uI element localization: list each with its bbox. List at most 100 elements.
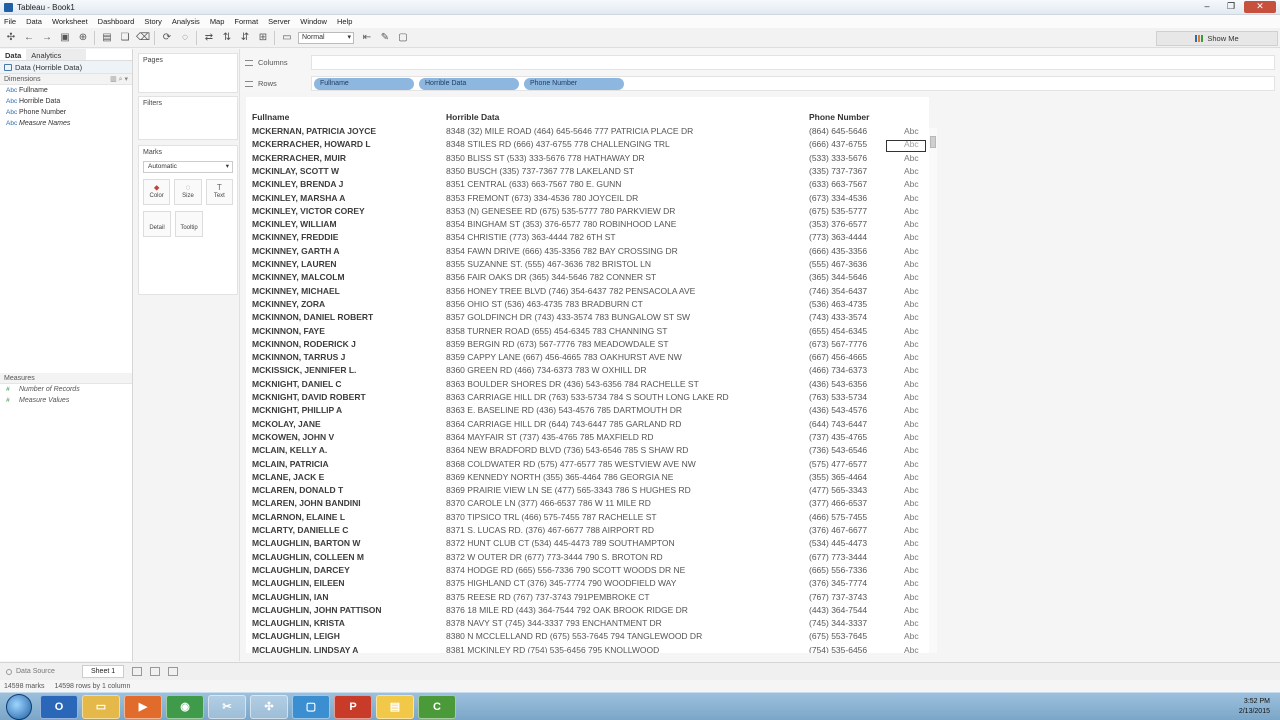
cell-fullname[interactable]: MCLAUGHLIN, BARTON W — [252, 537, 360, 550]
cell-fullname[interactable]: MCKINLEY, MARSHA A — [252, 192, 345, 205]
cell-horrible-data[interactable]: 8355 SUZANNE ST. (555) 467-3636 782 BRIS… — [446, 258, 651, 271]
dimensions-tools-icon[interactable]: ▥ ⌕ ▾ — [110, 75, 128, 84]
duplicate-icon[interactable]: ❏ — [118, 31, 132, 45]
cell-horrible-data[interactable]: 8354 BINGHAM ST (353) 376-6577 780 ROBIN… — [446, 218, 676, 231]
cell-fullname[interactable]: MCKINNEY, GARTH A — [252, 245, 340, 258]
cell-fullname[interactable]: MCLAUGHLIN, EILEEN — [252, 577, 345, 590]
cell-fullname[interactable]: MCLAUGHLIN, LINDSAY A — [252, 644, 358, 653]
file-explorer-icon[interactable]: ▭ — [82, 694, 120, 719]
cell-abc-placeholder[interactable]: Abc — [904, 378, 919, 391]
filters-card[interactable]: Filters — [138, 96, 238, 140]
maximize-button[interactable]: ❐ — [1220, 1, 1242, 13]
cell-horrible-data[interactable]: 8378 NAVY ST (745) 344-3337 793 ENCHANTM… — [446, 617, 662, 630]
clear-icon[interactable]: ⌫ — [136, 31, 150, 45]
cell-horrible-data[interactable]: 8372 HUNT CLUB CT (534) 445-4473 789 SOU… — [446, 537, 675, 550]
start-button[interactable] — [6, 693, 32, 720]
cell-abc-placeholder[interactable]: Abc — [904, 231, 919, 244]
cell-horrible-data[interactable]: 8353 (N) GENESEE RD (675) 535-5777 780 P… — [446, 205, 675, 218]
cell-abc-placeholder[interactable]: Abc — [904, 311, 919, 324]
cell-phone-number[interactable]: (655) 454-6345 — [809, 325, 867, 338]
cell-fullname[interactable]: MCKNIGHT, DANIEL C — [252, 378, 342, 391]
cell-phone-number[interactable]: (536) 463-4735 — [809, 298, 867, 311]
cell-abc-placeholder[interactable]: Abc — [904, 551, 919, 564]
measure-measure-values[interactable]: # Measure Values — [0, 395, 132, 406]
menu-data[interactable]: Data — [26, 17, 42, 26]
new-story-tab-icon[interactable] — [168, 667, 179, 676]
cell-abc-placeholder[interactable]: Abc — [904, 285, 919, 298]
cell-fullname[interactable]: MCKINNON, TARRUS J — [252, 351, 345, 364]
cell-horrible-data[interactable]: 8363 E. BASELINE RD (436) 543-4576 785 D… — [446, 404, 682, 417]
cell-abc-placeholder[interactable]: Abc — [904, 644, 919, 653]
cell-horrible-data[interactable]: 8356 HONEY TREE BLVD (746) 354-6437 782 … — [446, 285, 695, 298]
new-datasource-icon[interactable]: ⊕ — [76, 31, 90, 45]
vertical-scrollbar[interactable] — [929, 128, 937, 653]
cell-abc-placeholder[interactable]: Abc — [904, 245, 919, 258]
datasource-item[interactable]: Data (Horrible Data) — [0, 61, 132, 74]
cell-fullname[interactable]: MCLANE, JACK E — [252, 471, 324, 484]
cell-abc-placeholder[interactable]: Abc — [904, 298, 919, 311]
cell-abc-placeholder[interactable]: Abc — [904, 511, 919, 524]
cell-phone-number[interactable]: (376) 467-6677 — [809, 524, 867, 537]
new-worksheet-tab-icon[interactable] — [132, 667, 143, 676]
cell-phone-number[interactable]: (864) 645-5646 — [809, 125, 867, 138]
cell-fullname[interactable]: MCKINNON, FAYE — [252, 325, 325, 338]
cell-fullname[interactable]: MCKINNEY, FREDDIE — [252, 231, 338, 244]
cell-phone-number[interactable]: (665) 556-7336 — [809, 564, 867, 577]
cell-horrible-data[interactable]: 8359 CAPPY LANE (667) 456-4665 783 OAKHU… — [446, 351, 682, 364]
row-pill-horrible-data[interactable]: Horrible Data — [419, 78, 519, 90]
cell-abc-placeholder[interactable]: Abc — [904, 218, 919, 231]
cell-phone-number[interactable]: (355) 365-4464 — [809, 471, 867, 484]
folder-icon[interactable]: ▤ — [376, 694, 414, 719]
cell-fullname[interactable]: MCLAIN, PATRICIA — [252, 458, 329, 471]
cell-fullname[interactable]: MCKINLEY, BRENDA J — [252, 178, 343, 191]
data-source-tab[interactable]: Data Source — [0, 668, 78, 675]
cell-horrible-data[interactable]: 8363 CARRIAGE HILL DR (763) 533-5734 784… — [446, 391, 729, 404]
menu-worksheet[interactable]: Worksheet — [52, 17, 88, 26]
cell-fullname[interactable]: MCKINNEY, ZORA — [252, 298, 325, 311]
cell-horrible-data[interactable]: 8370 CAROLE LN (377) 466-6537 786 W 11 M… — [446, 497, 651, 510]
cell-abc-placeholder[interactable]: Abc — [904, 192, 919, 205]
pages-card[interactable]: Pages — [138, 53, 238, 93]
menu-format[interactable]: Format — [234, 17, 258, 26]
cell-horrible-data[interactable]: 8380 N MCCLELLAND RD (675) 553-7645 794 … — [446, 630, 702, 643]
cell-phone-number[interactable]: (675) 553-7645 — [809, 630, 867, 643]
cell-horrible-data[interactable]: 8374 HODGE RD (665) 556-7336 790 SCOTT W… — [446, 564, 685, 577]
cell-horrible-data[interactable]: 8356 OHIO ST (536) 463-4735 783 BRADBURN… — [446, 298, 643, 311]
close-button[interactable]: ✕ — [1244, 1, 1276, 13]
cell-fullname[interactable]: MCLAUGHLIN, JOHN PATTISON — [252, 604, 382, 617]
cell-horrible-data[interactable]: 8359 BERGIN RD (673) 567-7776 783 MEADOW… — [446, 338, 669, 351]
cell-phone-number[interactable]: (477) 565-3343 — [809, 484, 867, 497]
cell-horrible-data[interactable]: 8356 FAIR OAKS DR (365) 344-5646 782 CON… — [446, 271, 656, 284]
menu-file[interactable]: File — [4, 17, 16, 26]
cell-fullname[interactable]: MCLARNON, ELAINE L — [252, 511, 345, 524]
show-me-button[interactable]: Show Me — [1156, 31, 1278, 46]
header-phone-number[interactable]: Phone Number — [809, 112, 869, 122]
camtasia-icon[interactable]: C — [418, 694, 456, 719]
cell-abc-placeholder[interactable]: Abc — [904, 125, 919, 138]
cell-abc-placeholder[interactable]: Abc — [904, 178, 919, 191]
cell-abc-placeholder[interactable]: Abc — [904, 271, 919, 284]
cell-abc-placeholder[interactable]: Abc — [904, 524, 919, 537]
columns-drop-zone[interactable] — [311, 55, 1275, 70]
cell-fullname[interactable]: MCKOWEN, JOHN V — [252, 431, 334, 444]
cell-horrible-data[interactable]: 8364 CARRIAGE HILL DR (644) 743-6447 785… — [446, 418, 681, 431]
cell-horrible-data[interactable]: 8372 W OUTER DR (677) 773-3444 790 S. BR… — [446, 551, 663, 564]
cell-abc-placeholder[interactable]: Abc — [904, 604, 919, 617]
text-button[interactable]: T Text — [205, 179, 233, 205]
cell-horrible-data[interactable]: 8354 FAWN DRIVE (666) 435-3356 782 BAY C… — [446, 245, 678, 258]
cell-abc-placeholder[interactable]: Abc — [904, 630, 919, 643]
cell-fullname[interactable]: MCKISSICK, JENNIFER L. — [252, 364, 356, 377]
cell-fullname[interactable]: MCLARTY, DANIELLE C — [252, 524, 348, 537]
cell-phone-number[interactable]: (436) 543-6356 — [809, 378, 867, 391]
cell-abc-placeholder[interactable]: Abc — [904, 338, 919, 351]
row-pill-phone-number[interactable]: Phone Number — [524, 78, 624, 90]
cell-phone-number[interactable]: (737) 435-4765 — [809, 431, 867, 444]
rows-drop-zone[interactable]: Fullname Horrible Data Phone Number — [311, 76, 1275, 91]
chrome-icon[interactable]: ◉ — [166, 694, 204, 719]
cell-phone-number[interactable]: (466) 575-7455 — [809, 511, 867, 524]
cell-abc-placeholder[interactable]: Abc — [904, 458, 919, 471]
sort-ascending-icon[interactable]: ⇅ — [220, 31, 234, 45]
header-fullname[interactable]: Fullname — [252, 112, 289, 122]
cell-abc-placeholder[interactable]: Abc — [904, 404, 919, 417]
cell-fullname[interactable]: MCLAIN, KELLY A. — [252, 444, 327, 457]
